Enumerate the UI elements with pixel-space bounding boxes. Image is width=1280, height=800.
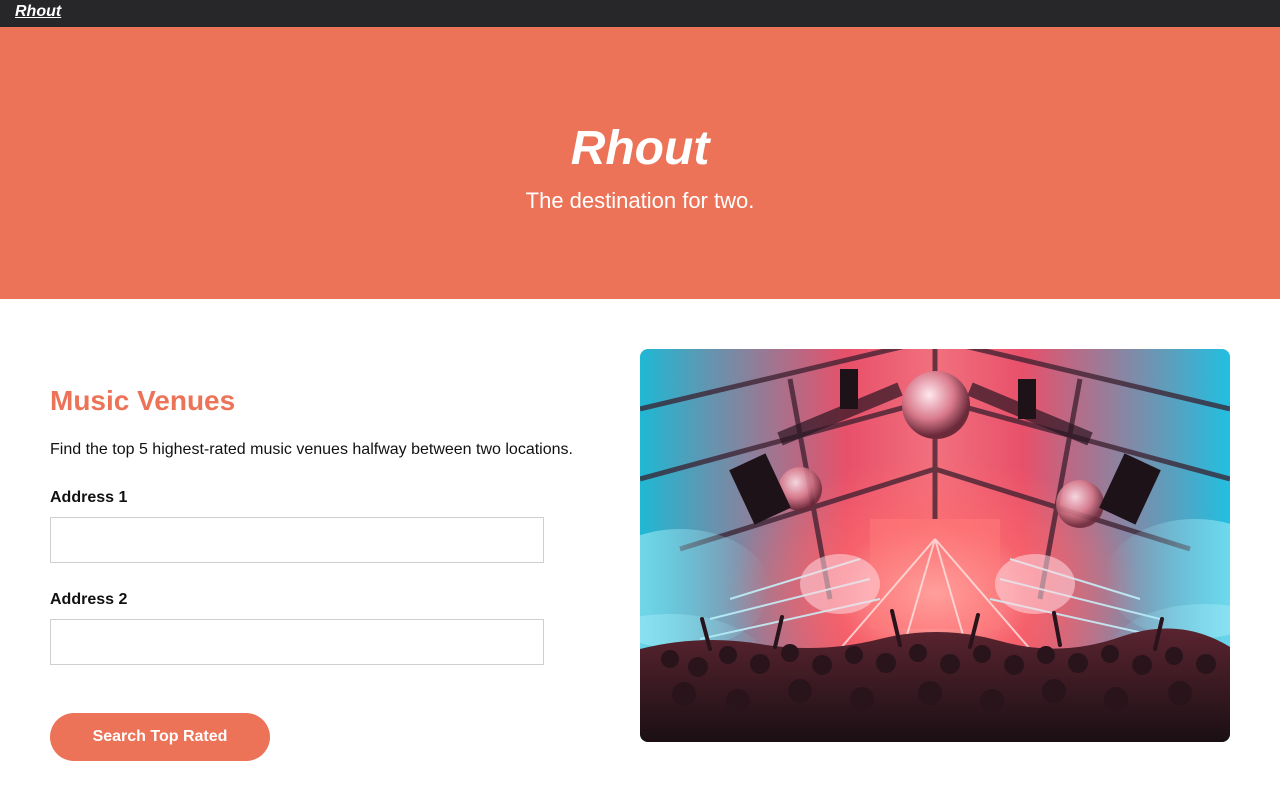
section-title: Music Venues <box>50 385 236 416</box>
address1-input[interactable] <box>50 517 544 563</box>
address2-input[interactable] <box>50 619 544 665</box>
address1-label: Address 1 <box>50 489 128 506</box>
brand-link[interactable]: Rhout <box>15 3 61 21</box>
search-top-rated-button[interactable]: Search Top Rated <box>50 713 270 761</box>
hero-subtitle: The destination for two. <box>525 188 755 213</box>
concert-crowd-image <box>640 349 1230 742</box>
top-navbar: Rhout <box>0 0 1280 27</box>
section-description: Find the top 5 highest-rated music venue… <box>50 441 573 458</box>
address2-label: Address 2 <box>50 591 128 608</box>
hero-banner: Rhout The destination for two. <box>0 27 1280 299</box>
hero-title: Rhout <box>570 122 710 175</box>
